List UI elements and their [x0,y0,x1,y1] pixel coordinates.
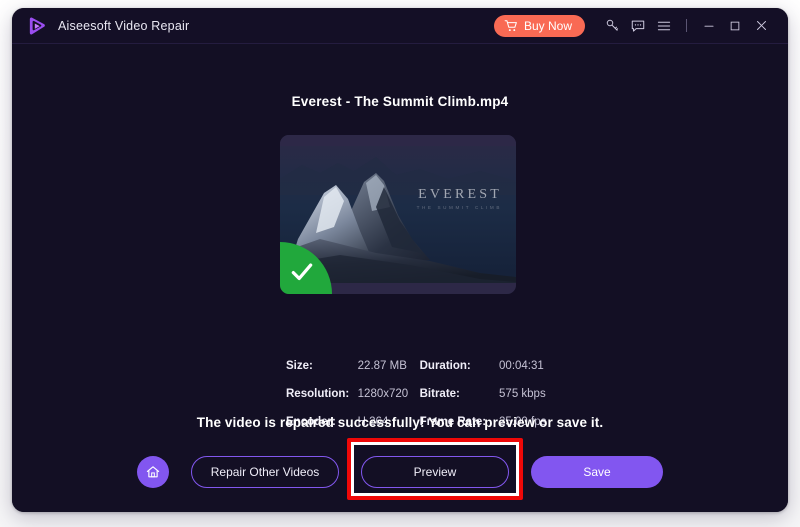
save-label: Save [583,465,611,479]
home-icon [146,466,160,478]
hamburger-menu-icon [657,21,671,30]
metadata-row: Size: 22.87 MB Duration: 00:04:31 [286,352,561,380]
metadata-value: 575 kbps [499,388,546,400]
toolbar-divider [686,19,687,32]
play-logo-icon [29,16,45,35]
video-thumbnail[interactable]: EVEREST THE SUMMIT CLIMB [280,135,516,294]
metadata-row: Resolution: 1280x720 Bitrate: 575 kbps [286,380,561,408]
key-icon [606,19,618,31]
maximize-icon [730,21,740,30]
minimize-icon [704,25,714,27]
feedback-button[interactable] [625,13,651,39]
preview-button[interactable]: Preview [361,456,509,488]
preview-label: Preview [413,465,457,479]
register-key-button[interactable] [599,13,625,39]
metadata-value: 1280x720 [357,388,409,400]
maximize-button[interactable] [722,13,748,39]
title-bar: Aiseesoft Video Repair Buy Now [12,8,788,44]
metadata-label: Resolution: [286,388,350,400]
metadata-value: 00:04:31 [499,360,544,372]
screenshot-root: Aiseesoft Video Repair Buy Now Everest -… [0,0,800,527]
repair-other-videos-button[interactable]: Repair Other Videos [191,456,339,488]
shopping-cart-icon [504,19,517,31]
checkmark-icon [291,263,313,281]
title-bar-controls: Buy Now [493,13,774,39]
home-button[interactable] [137,456,169,488]
save-button[interactable]: Save [531,456,663,488]
menu-button[interactable] [651,13,677,39]
app-logo [26,15,48,37]
buy-now-button[interactable]: Buy Now [493,14,585,37]
file-name-title: Everest - The Summit Climb.mp4 [291,94,509,109]
preview-button-slot: Preview [361,456,509,488]
app-window: Aiseesoft Video Repair Buy Now Everest -… [12,8,788,512]
feedback-chat-icon [631,20,645,32]
app-title-text: Aiseesoft Video Repair [58,18,190,33]
close-button[interactable] [748,13,774,39]
action-bar: Repair Other Videos Preview Save [12,456,788,488]
minimize-button[interactable] [696,13,722,39]
buy-now-label: Buy Now [523,18,572,33]
main-content: Everest - The Summit Climb.mp4 EVEREST T… [12,44,788,512]
metadata-label: Duration: [419,360,471,372]
repair-other-videos-label: Repair Other Videos [210,465,320,479]
success-message: The video is repaired successfully! You … [196,415,604,430]
close-icon [756,21,766,30]
metadata-value: 22.87 MB [357,360,407,372]
metadata-label: Size: [286,360,313,372]
metadata-label: Bitrate: [419,388,460,400]
